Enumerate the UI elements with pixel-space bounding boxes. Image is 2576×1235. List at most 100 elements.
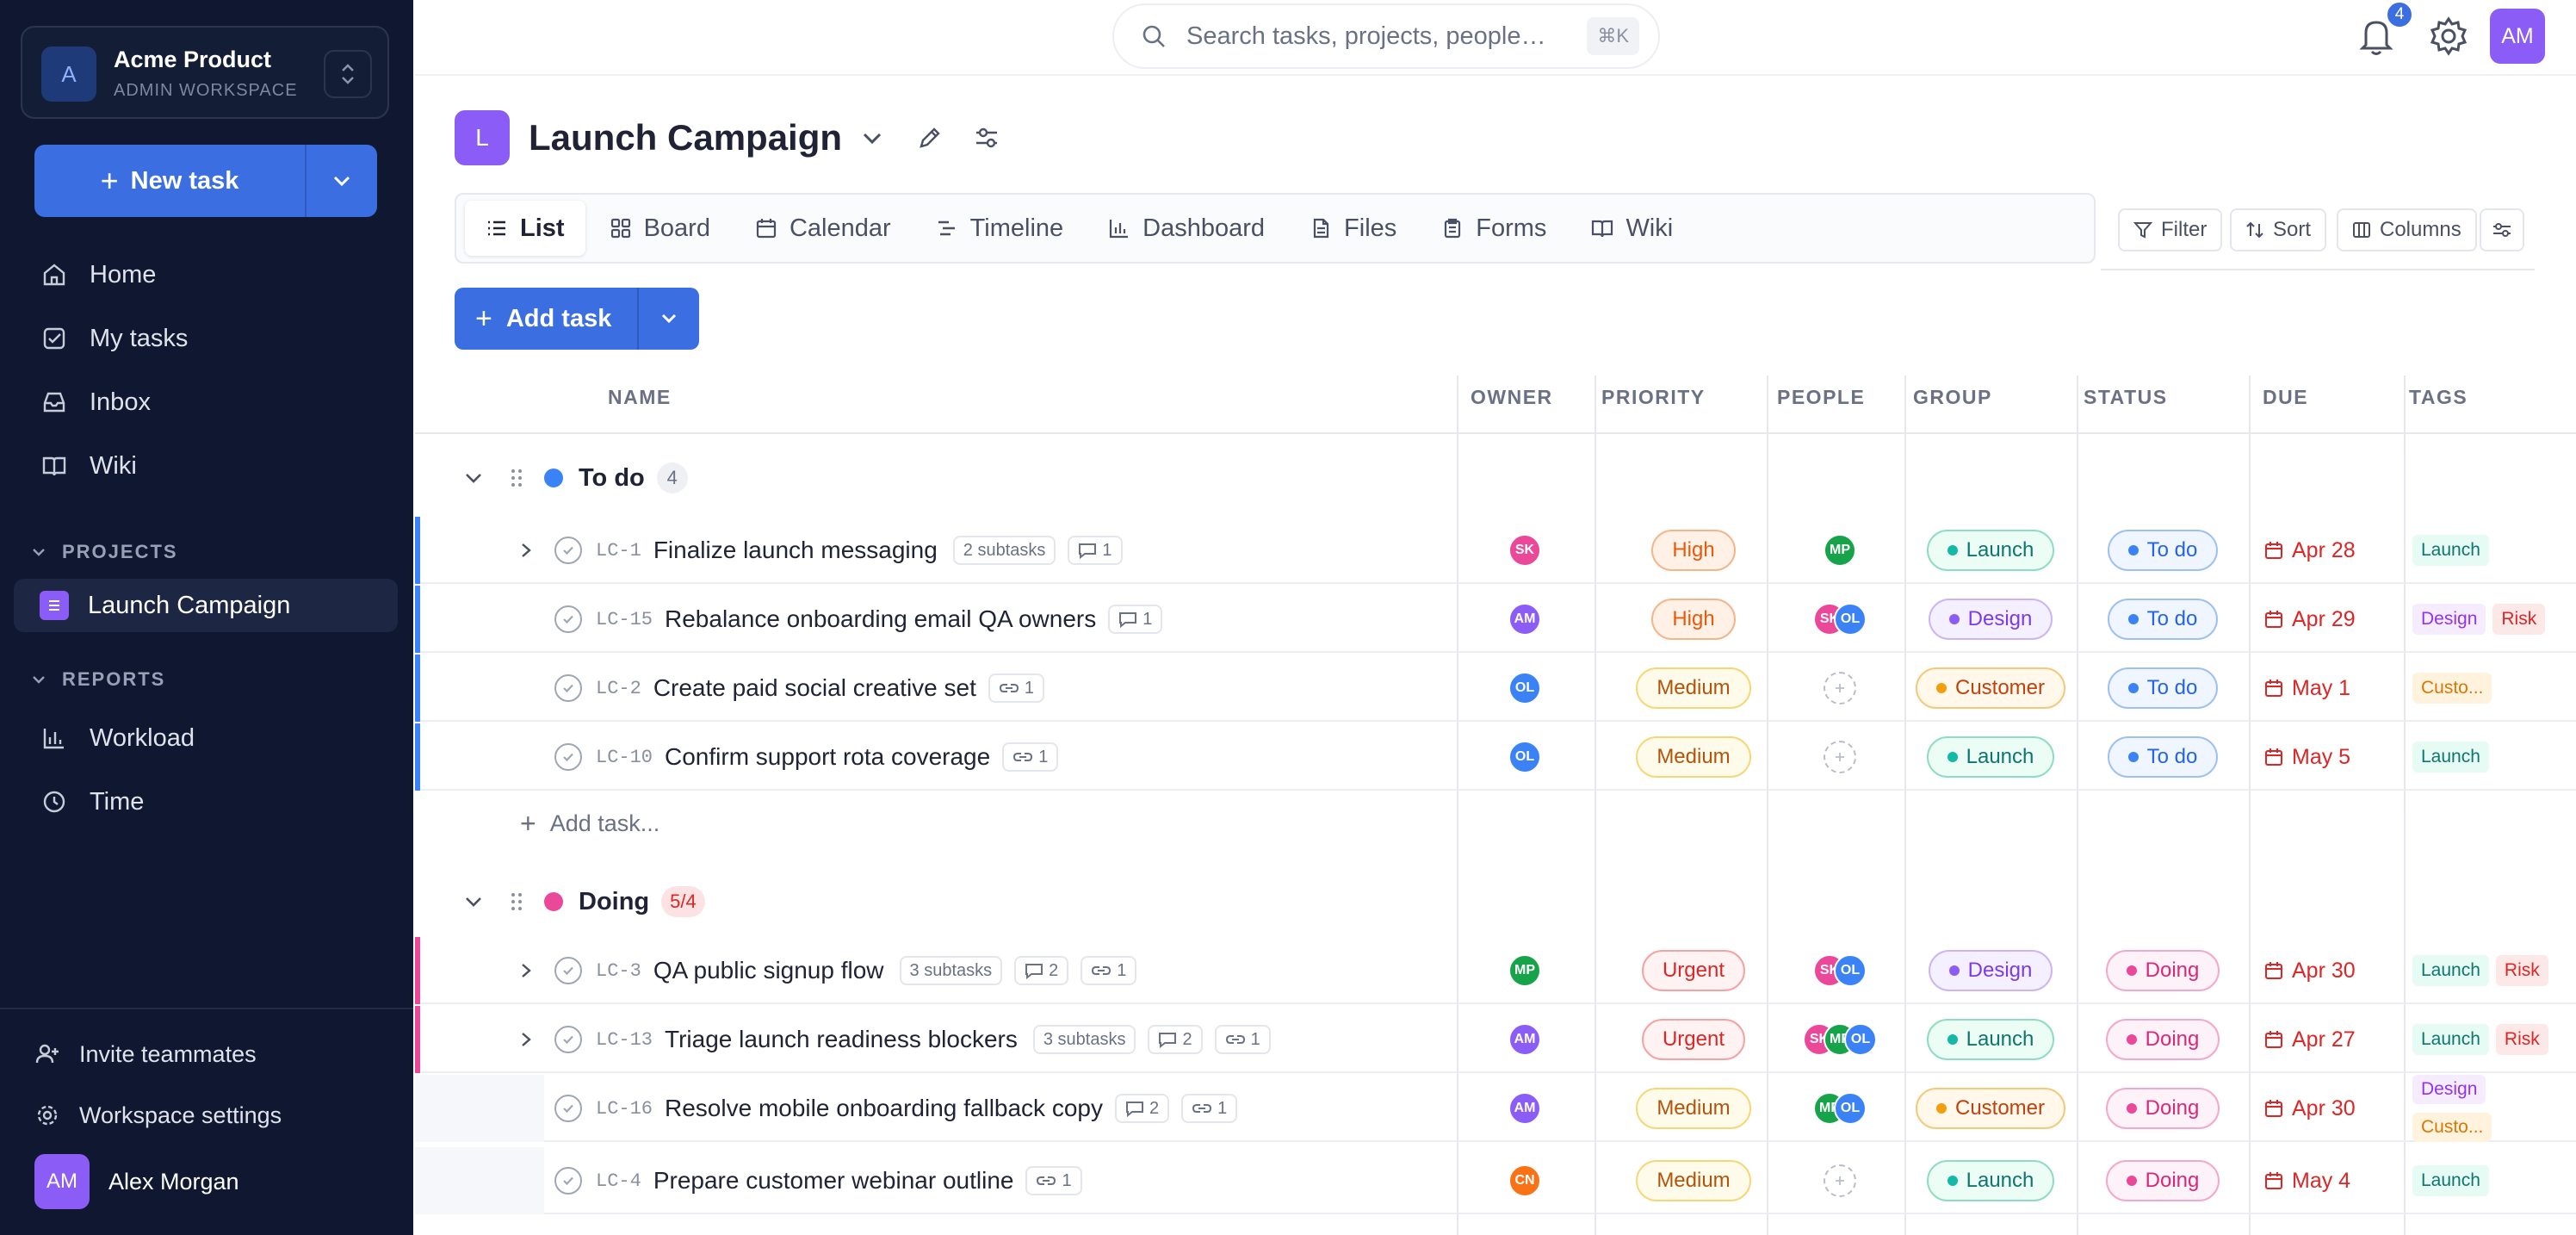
table-row[interactable]: LC-15 Rebalance onboarding email QA owne…: [415, 586, 2576, 653]
table-row[interactable]: LC-4 Prepare customer webinar outline 1 CN…: [415, 1147, 2576, 1214]
workspace-settings-button[interactable]: Workspace settings: [0, 1088, 282, 1143]
task-name-cell[interactable]: LC-16 Resolve mobile onboarding fallback…: [596, 1075, 1238, 1142]
comment-count[interactable]: 2: [1148, 1025, 1203, 1054]
column-header-owner[interactable]: OWNER: [1471, 386, 1553, 409]
tags-cell[interactable]: Design Custo...: [2412, 1075, 2492, 1142]
tab-dashboard[interactable]: Dashboard: [1087, 201, 1285, 256]
due-cell[interactable]: Apr 30: [2264, 1075, 2356, 1142]
table-row[interactable]: LC-10 Confirm support rota coverage 1 OL Me…: [415, 723, 2576, 791]
tag-badge[interactable]: Launch: [2412, 1165, 2489, 1196]
owner-cell[interactable]: SK: [1508, 517, 1541, 584]
tab-files[interactable]: Files: [1289, 201, 1417, 256]
tab-board[interactable]: Board: [589, 201, 731, 256]
priority-cell[interactable]: High: [1620, 586, 1767, 653]
sidebar-item-workload[interactable]: Workload: [0, 708, 413, 768]
people-cell[interactable]: MP: [1767, 517, 1913, 584]
due-cell[interactable]: Apr 30: [2264, 937, 2356, 1004]
due-cell[interactable]: Apr 29: [2264, 586, 2356, 653]
table-row[interactable]: LC-1 Finalize launch messaging 2 subtasks…: [415, 517, 2576, 584]
add-person-icon[interactable]: [1824, 741, 1856, 773]
user-profile[interactable]: AM Alex Morgan: [34, 1154, 239, 1209]
comment-count[interactable]: 2: [1014, 956, 1069, 985]
status-cell[interactable]: Doing: [2077, 937, 2249, 1004]
task-name-cell[interactable]: LC-13 Triage launch readiness blockers 3 …: [596, 1006, 1271, 1073]
people-cell[interactable]: SK OL: [1767, 586, 1913, 653]
pencil-icon[interactable]: [916, 124, 944, 152]
comment-count[interactable]: 2: [1114, 1094, 1170, 1123]
tag-badge[interactable]: Risk: [2495, 955, 2548, 986]
owner-cell[interactable]: AM: [1508, 1006, 1541, 1073]
priority-cell[interactable]: Medium: [1620, 1075, 1767, 1142]
add-person-icon[interactable]: [1824, 1164, 1856, 1197]
sidebar-item-inbox[interactable]: Inbox: [0, 372, 413, 432]
link-count[interactable]: 1: [1181, 1094, 1238, 1123]
owner-cell[interactable]: AM: [1508, 586, 1541, 653]
task-name[interactable]: Resolve mobile onboarding fallback copy: [665, 1095, 1103, 1122]
column-header-group[interactable]: GROUP: [1913, 386, 1992, 409]
chevron-right-icon[interactable]: [520, 1006, 532, 1073]
task-checkbox[interactable]: [554, 586, 582, 653]
gear-icon[interactable]: [2428, 16, 2469, 61]
sidebar-item-my-tasks[interactable]: My tasks: [0, 308, 413, 369]
sort-button[interactable]: Sort: [2230, 208, 2327, 251]
chevron-down-icon[interactable]: [861, 130, 883, 146]
add-task-row[interactable]: + Add task...: [520, 808, 659, 840]
due-cell[interactable]: Apr 27: [2264, 1006, 2356, 1073]
people-cell[interactable]: [1767, 1147, 1913, 1214]
table-row[interactable]: LC-13 Triage launch readiness blockers 3 …: [415, 1006, 2576, 1073]
priority-cell[interactable]: Medium: [1620, 723, 1767, 791]
status-cell[interactable]: To do: [2077, 655, 2249, 722]
task-name[interactable]: Create paid social creative set: [653, 674, 976, 702]
tab-wiki[interactable]: Wiki: [1570, 201, 1694, 256]
reports-section-header[interactable]: REPORTS: [31, 668, 165, 691]
owner-cell[interactable]: CN: [1508, 1147, 1541, 1214]
link-count[interactable]: 1: [1025, 1166, 1082, 1195]
tags-cell[interactable]: Launch: [2412, 1147, 2489, 1214]
owner-cell[interactable]: MP: [1508, 937, 1541, 1004]
status-cell[interactable]: To do: [2077, 517, 2249, 584]
task-name[interactable]: Prepare customer webinar outline: [653, 1167, 1014, 1195]
owner-cell[interactable]: AM: [1508, 1075, 1541, 1142]
chevron-up-down-icon[interactable]: [324, 50, 372, 98]
task-checkbox[interactable]: [554, 723, 582, 791]
sidebar-item-home[interactable]: Home: [0, 245, 413, 305]
subtask-count[interactable]: 3 subtasks: [899, 956, 1003, 985]
people-cell[interactable]: [1767, 655, 1913, 722]
group-cell[interactable]: Customer: [1904, 655, 2077, 722]
task-name[interactable]: QA public signup flow: [653, 957, 884, 984]
drag-handle-icon[interactable]: [510, 467, 523, 489]
link-count[interactable]: 1: [1002, 742, 1059, 772]
task-checkbox[interactable]: [554, 937, 582, 1004]
view-options-button[interactable]: [2480, 208, 2524, 251]
task-checkbox[interactable]: [554, 655, 582, 722]
filter-button[interactable]: Filter: [2118, 208, 2223, 251]
drag-handle-icon[interactable]: [510, 891, 523, 913]
task-name-cell[interactable]: LC-3 QA public signup flow 3 subtasks 2 1: [596, 937, 1137, 1004]
owner-cell[interactable]: OL: [1508, 723, 1541, 791]
subtask-count[interactable]: 3 subtasks: [1032, 1025, 1136, 1054]
column-header-people[interactable]: PEOPLE: [1777, 386, 1865, 409]
owner-cell[interactable]: OL: [1508, 655, 1541, 722]
column-header-name[interactable]: NAME: [608, 386, 672, 409]
comment-count[interactable]: 1: [1108, 605, 1163, 634]
group-cell[interactable]: Launch: [1904, 723, 2077, 791]
add-task-main[interactable]: + Add task: [455, 288, 639, 350]
column-header-tags[interactable]: TAGS: [2409, 386, 2468, 409]
task-name-cell[interactable]: LC-2 Create paid social creative set 1: [596, 655, 1045, 722]
group-cell[interactable]: Design: [1904, 937, 2077, 1004]
add-task-button[interactable]: + Add task: [455, 288, 699, 350]
priority-cell[interactable]: Medium: [1620, 1147, 1767, 1214]
tag-badge[interactable]: Design: [2412, 604, 2486, 635]
link-count[interactable]: 1: [988, 673, 1045, 703]
sliders-icon[interactable]: [973, 124, 1000, 152]
chevron-right-icon[interactable]: [520, 937, 532, 1004]
tag-badge[interactable]: Launch: [2412, 955, 2489, 986]
tags-cell[interactable]: Launch: [2412, 517, 2489, 584]
due-cell[interactable]: May 1: [2264, 655, 2350, 722]
link-count[interactable]: 1: [1214, 1025, 1271, 1054]
table-row[interactable]: LC-16 Resolve mobile onboarding fallback…: [415, 1075, 2576, 1142]
columns-button[interactable]: Columns: [2337, 208, 2477, 251]
task-name[interactable]: Rebalance onboarding email QA owners: [665, 605, 1096, 633]
tags-cell[interactable]: Launch: [2412, 723, 2489, 791]
new-task-button[interactable]: + New task: [34, 145, 377, 217]
